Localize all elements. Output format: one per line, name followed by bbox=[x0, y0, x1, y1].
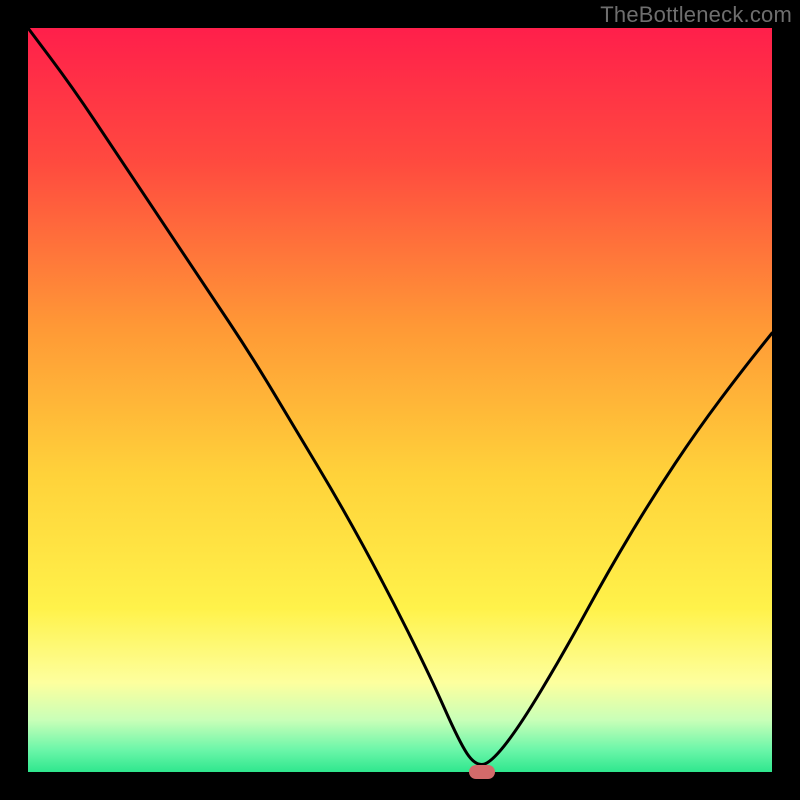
plot-area bbox=[28, 28, 772, 772]
chart-svg bbox=[28, 28, 772, 772]
gradient-background bbox=[28, 28, 772, 772]
chart-frame: TheBottleneck.com bbox=[0, 0, 800, 800]
watermark-text: TheBottleneck.com bbox=[600, 2, 792, 28]
optimal-point-marker bbox=[469, 765, 495, 779]
